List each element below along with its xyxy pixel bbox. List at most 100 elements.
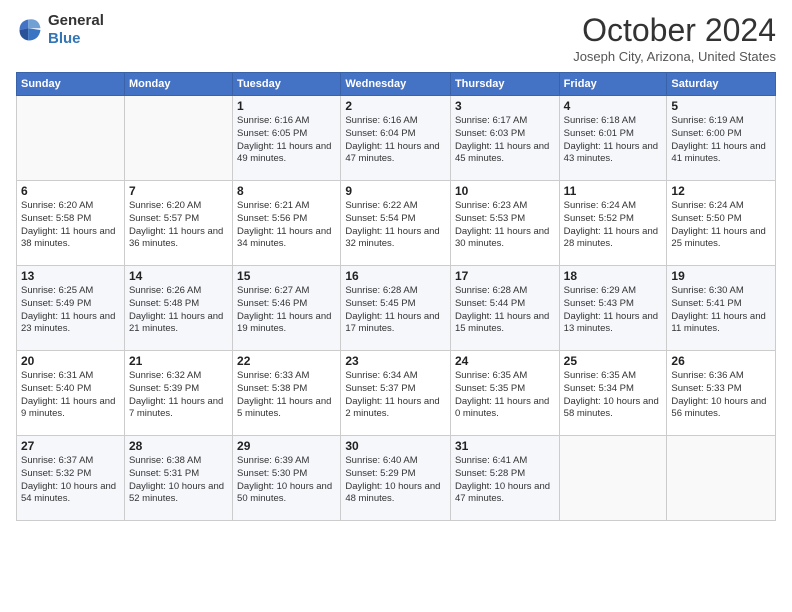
day-info: Sunrise: 6:22 AMSunset: 5:54 PMDaylight:… — [345, 200, 446, 251]
day-info: Sunrise: 6:34 AMSunset: 5:37 PMDaylight:… — [345, 370, 446, 421]
header: General Blue October 2024 Joseph City, A… — [16, 12, 776, 64]
logo-icon — [16, 16, 44, 44]
day-number: 30 — [345, 439, 446, 453]
day-info: Sunrise: 6:24 AMSunset: 5:52 PMDaylight:… — [564, 200, 663, 251]
day-number: 25 — [564, 354, 663, 368]
day-info: Sunrise: 6:38 AMSunset: 5:31 PMDaylight:… — [129, 455, 228, 506]
calendar-cell: 23 Sunrise: 6:34 AMSunset: 5:37 PMDayligh… — [341, 351, 451, 436]
calendar-cell: 14 Sunrise: 6:26 AMSunset: 5:48 PMDayligh… — [124, 266, 232, 351]
calendar-cell — [667, 436, 776, 521]
day-number: 7 — [129, 184, 228, 198]
day-info: Sunrise: 6:28 AMSunset: 5:45 PMDaylight:… — [345, 285, 446, 336]
day-number: 14 — [129, 269, 228, 283]
day-number: 10 — [455, 184, 555, 198]
calendar-cell: 17 Sunrise: 6:28 AMSunset: 5:44 PMDayligh… — [450, 266, 559, 351]
day-info: Sunrise: 6:28 AMSunset: 5:44 PMDaylight:… — [455, 285, 555, 336]
day-number: 3 — [455, 99, 555, 113]
day-info: Sunrise: 6:40 AMSunset: 5:29 PMDaylight:… — [345, 455, 446, 506]
day-number: 9 — [345, 184, 446, 198]
calendar-cell: 9 Sunrise: 6:22 AMSunset: 5:54 PMDaylight… — [341, 181, 451, 266]
logo-text: General Blue — [48, 12, 104, 48]
calendar-cell: 3 Sunrise: 6:17 AMSunset: 6:03 PMDaylight… — [450, 96, 559, 181]
col-tuesday: Tuesday — [233, 73, 341, 96]
day-number: 2 — [345, 99, 446, 113]
calendar-cell: 27 Sunrise: 6:37 AMSunset: 5:32 PMDayligh… — [17, 436, 125, 521]
day-info: Sunrise: 6:21 AMSunset: 5:56 PMDaylight:… — [237, 200, 336, 251]
day-number: 17 — [455, 269, 555, 283]
day-info: Sunrise: 6:16 AMSunset: 6:05 PMDaylight:… — [237, 115, 336, 166]
calendar-cell: 22 Sunrise: 6:33 AMSunset: 5:38 PMDayligh… — [233, 351, 341, 436]
calendar-cell: 8 Sunrise: 6:21 AMSunset: 5:56 PMDaylight… — [233, 181, 341, 266]
day-info: Sunrise: 6:16 AMSunset: 6:04 PMDaylight:… — [345, 115, 446, 166]
calendar-cell — [559, 436, 667, 521]
location: Joseph City, Arizona, United States — [573, 49, 776, 64]
calendar-cell: 11 Sunrise: 6:24 AMSunset: 5:52 PMDayligh… — [559, 181, 667, 266]
day-number: 6 — [21, 184, 120, 198]
day-number: 12 — [671, 184, 771, 198]
calendar-cell: 19 Sunrise: 6:30 AMSunset: 5:41 PMDayligh… — [667, 266, 776, 351]
day-number: 8 — [237, 184, 336, 198]
day-number: 21 — [129, 354, 228, 368]
day-number: 29 — [237, 439, 336, 453]
col-thursday: Thursday — [450, 73, 559, 96]
day-info: Sunrise: 6:20 AMSunset: 5:58 PMDaylight:… — [21, 200, 120, 251]
day-info: Sunrise: 6:32 AMSunset: 5:39 PMDaylight:… — [129, 370, 228, 421]
day-info: Sunrise: 6:23 AMSunset: 5:53 PMDaylight:… — [455, 200, 555, 251]
day-number: 22 — [237, 354, 336, 368]
calendar-week-row: 6 Sunrise: 6:20 AMSunset: 5:58 PMDaylight… — [17, 181, 776, 266]
day-info: Sunrise: 6:36 AMSunset: 5:33 PMDaylight:… — [671, 370, 771, 421]
calendar-cell: 31 Sunrise: 6:41 AMSunset: 5:28 PMDayligh… — [450, 436, 559, 521]
calendar-week-row: 1 Sunrise: 6:16 AMSunset: 6:05 PMDaylight… — [17, 96, 776, 181]
day-number: 24 — [455, 354, 555, 368]
calendar-week-row: 13Sunrise: 6:25 AMSunset: 5:49 PMDayligh… — [17, 266, 776, 351]
day-number: 18 — [564, 269, 663, 283]
day-number: 19 — [671, 269, 771, 283]
day-number: 20 — [21, 354, 120, 368]
day-info: Sunrise: 6:33 AMSunset: 5:38 PMDaylight:… — [237, 370, 336, 421]
logo: General Blue — [16, 12, 104, 48]
day-info: Sunrise: 6:35 AMSunset: 5:34 PMDaylight:… — [564, 370, 663, 421]
col-saturday: Saturday — [667, 73, 776, 96]
calendar-cell: 13Sunrise: 6:25 AMSunset: 5:49 PMDayligh… — [17, 266, 125, 351]
day-info: Sunrise: 6:41 AMSunset: 5:28 PMDaylight:… — [455, 455, 555, 506]
day-number: 11 — [564, 184, 663, 198]
calendar-cell: 7Sunrise: 6:20 AMSunset: 5:57 PMDaylight… — [124, 181, 232, 266]
day-number: 13 — [21, 269, 120, 283]
col-wednesday: Wednesday — [341, 73, 451, 96]
calendar-cell: 30 Sunrise: 6:40 AMSunset: 5:29 PMDayligh… — [341, 436, 451, 521]
day-info: Sunrise: 6:30 AMSunset: 5:41 PMDaylight:… — [671, 285, 771, 336]
day-info: Sunrise: 6:26 AMSunset: 5:48 PMDaylight:… — [129, 285, 228, 336]
day-info: Sunrise: 6:37 AMSunset: 5:32 PMDaylight:… — [21, 455, 120, 506]
day-info: Sunrise: 6:24 AMSunset: 5:50 PMDaylight:… — [671, 200, 771, 251]
calendar-cell: 28 Sunrise: 6:38 AMSunset: 5:31 PMDayligh… — [124, 436, 232, 521]
calendar-cell: 18 Sunrise: 6:29 AMSunset: 5:43 PMDayligh… — [559, 266, 667, 351]
calendar-cell — [17, 96, 125, 181]
day-number: 23 — [345, 354, 446, 368]
day-info: Sunrise: 6:29 AMSunset: 5:43 PMDaylight:… — [564, 285, 663, 336]
calendar-header-row: Sunday Monday Tuesday Wednesday Thursday… — [17, 73, 776, 96]
day-number: 26 — [671, 354, 771, 368]
calendar-cell: 4 Sunrise: 6:18 AMSunset: 6:01 PMDaylight… — [559, 96, 667, 181]
day-number: 4 — [564, 99, 663, 113]
calendar-cell: 12 Sunrise: 6:24 AMSunset: 5:50 PMDayligh… — [667, 181, 776, 266]
calendar-cell: 20Sunrise: 6:31 AMSunset: 5:40 PMDayligh… — [17, 351, 125, 436]
calendar-cell: 15Sunrise: 6:27 AMSunset: 5:46 PMDayligh… — [233, 266, 341, 351]
day-number: 31 — [455, 439, 555, 453]
day-number: 15 — [237, 269, 336, 283]
calendar-cell: 24 Sunrise: 6:35 AMSunset: 5:35 PMDayligh… — [450, 351, 559, 436]
col-friday: Friday — [559, 73, 667, 96]
day-number: 5 — [671, 99, 771, 113]
day-number: 16 — [345, 269, 446, 283]
day-info: Sunrise: 6:17 AMSunset: 6:03 PMDaylight:… — [455, 115, 555, 166]
calendar-cell: 2 Sunrise: 6:16 AMSunset: 6:04 PMDaylight… — [341, 96, 451, 181]
day-info: Sunrise: 6:35 AMSunset: 5:35 PMDaylight:… — [455, 370, 555, 421]
calendar-cell: 29 Sunrise: 6:39 AMSunset: 5:30 PMDayligh… — [233, 436, 341, 521]
day-number: 27 — [21, 439, 120, 453]
calendar-cell: 5Sunrise: 6:19 AMSunset: 6:00 PMDaylight… — [667, 96, 776, 181]
title-block: October 2024 Joseph City, Arizona, Unite… — [573, 12, 776, 64]
day-number: 1 — [237, 99, 336, 113]
day-number: 28 — [129, 439, 228, 453]
day-info: Sunrise: 6:39 AMSunset: 5:30 PMDaylight:… — [237, 455, 336, 506]
calendar-cell: 6 Sunrise: 6:20 AMSunset: 5:58 PMDaylight… — [17, 181, 125, 266]
day-info: Sunrise: 6:18 AMSunset: 6:01 PMDaylight:… — [564, 115, 663, 166]
